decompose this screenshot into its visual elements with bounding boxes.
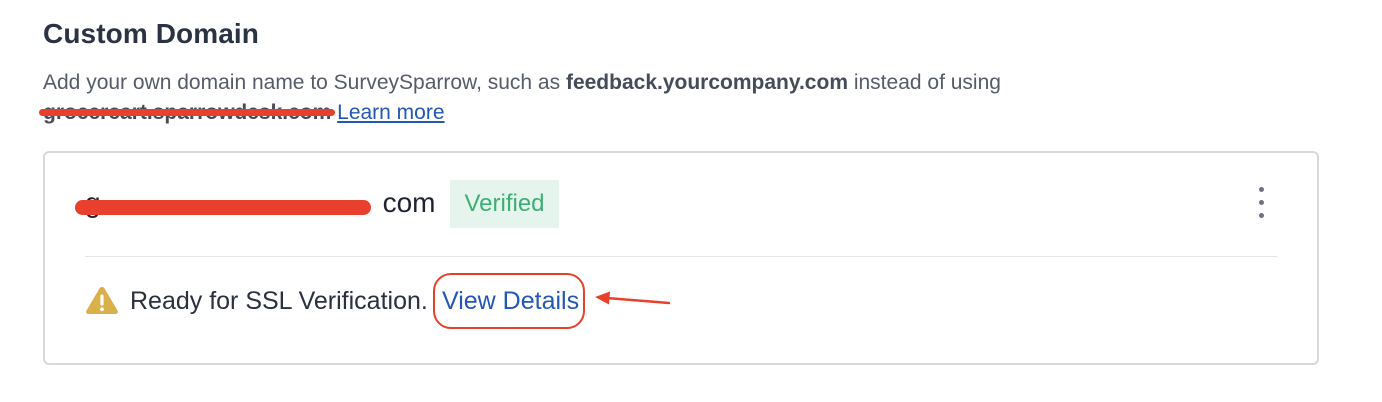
- kebab-menu-icon[interactable]: [1253, 185, 1269, 221]
- example-domain: feedback.yourcompany.com: [565, 71, 848, 94]
- description-prefix: Add your own domain name to SurveySparro…: [43, 71, 566, 94]
- old-domain: grocercart.sparrowdesk.com: [39, 98, 336, 128]
- section-title: Custom Domain: [43, 18, 259, 49]
- redaction-stroke: [39, 109, 336, 116]
- card-divider: [85, 256, 1277, 257]
- learn-more-link[interactable]: Learn more: [337, 101, 444, 124]
- domain-row: g.com Verified: [45, 153, 1317, 256]
- view-details-link[interactable]: View Details: [442, 287, 579, 316]
- domain-redaction-stroke: [75, 200, 371, 215]
- warning-icon: [86, 287, 118, 314]
- domain-name-end: com: [382, 187, 436, 218]
- ssl-verification-message: Ready for SSL Verification.: [130, 287, 428, 315]
- verified-status-badge: Verified: [450, 180, 559, 228]
- description-suffix: instead of using: [848, 71, 1001, 94]
- annotation-arrow-icon: [595, 291, 671, 305]
- section-description: Add your own domain name to SurveySparro…: [39, 68, 1123, 128]
- custom-domain-card: g.com Verified Ready for SSL Verificatio…: [43, 151, 1319, 365]
